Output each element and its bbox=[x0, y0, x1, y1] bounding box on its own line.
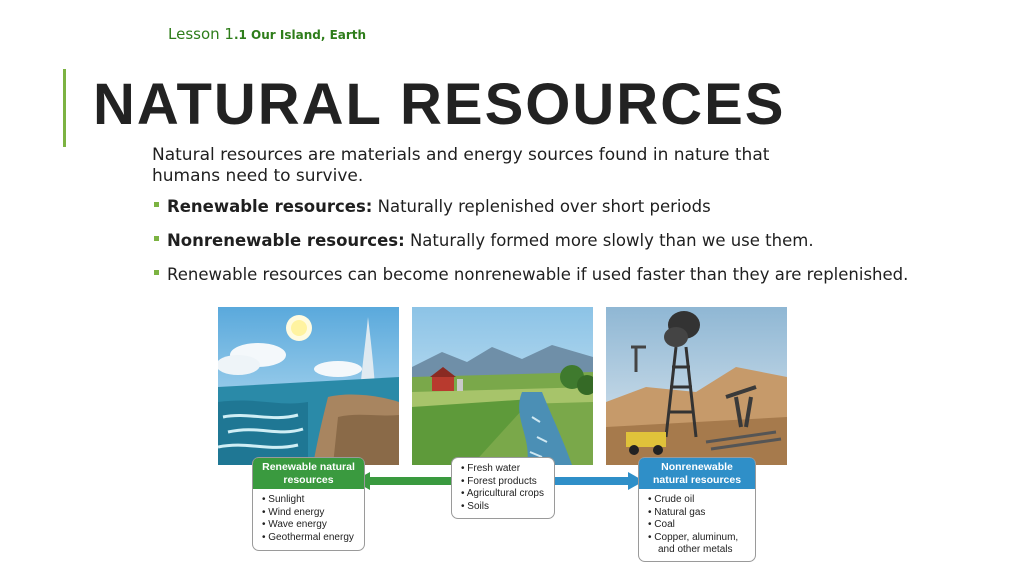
list-item: Agricultural crops bbox=[461, 488, 546, 501]
intro-paragraph: Natural resources are materials and ener… bbox=[152, 145, 770, 186]
list-item: Fresh water bbox=[461, 463, 546, 476]
nonrenewable-box: Nonrenewable natural resources Crude oil… bbox=[638, 457, 756, 562]
bullet-term: Renewable resources: bbox=[167, 197, 373, 216]
list-item: Geothermal energy bbox=[262, 532, 356, 545]
renewable-box: Renewable natural resources Sunlight Win… bbox=[252, 457, 365, 551]
nonrenewable-list: Crude oil Natural gas Coal Copper, alumi… bbox=[639, 489, 755, 562]
left-arrow-icon bbox=[354, 472, 454, 490]
list-item: Forest products bbox=[461, 476, 546, 489]
list-item: Sunlight bbox=[262, 494, 356, 507]
bullet-text: Naturally formed more slowly than we use… bbox=[404, 231, 814, 250]
list-item: Coal bbox=[648, 519, 747, 532]
lesson-name: Our Island, Earth bbox=[246, 28, 367, 42]
farm-river-image bbox=[412, 307, 593, 465]
nonrenewable-heading: Nonrenewable natural resources bbox=[639, 458, 755, 489]
coast-geyser-image bbox=[218, 307, 399, 465]
title-accent-bar bbox=[63, 69, 66, 147]
list-item: Soils bbox=[461, 501, 546, 514]
bullet-note: Renewable resources can become nonrenewa… bbox=[152, 265, 912, 285]
bullet-text: Naturally replenished over short periods bbox=[372, 197, 711, 216]
right-arrow-icon bbox=[552, 472, 644, 490]
bullet-marker bbox=[154, 202, 159, 207]
list-item: Wave energy bbox=[262, 519, 356, 532]
list-item: Copper, aluminum, bbox=[648, 532, 747, 545]
bullet-list: Renewable resources: Naturally replenish… bbox=[152, 197, 912, 299]
lesson-label: Lesson 1.1 Our Island, Earth bbox=[168, 25, 366, 43]
shared-resources-box: Fresh water Forest products Agricultural… bbox=[451, 457, 555, 519]
bullet-renewable: Renewable resources: Naturally replenish… bbox=[152, 197, 912, 217]
bullet-text: Renewable resources can become nonrenewa… bbox=[167, 265, 909, 284]
bullet-marker bbox=[154, 236, 159, 241]
lesson-number: .1 bbox=[233, 28, 247, 42]
bullet-marker bbox=[154, 270, 159, 275]
renewable-heading: Renewable natural resources bbox=[253, 458, 364, 489]
bullet-nonrenewable: Nonrenewable resources: Naturally formed… bbox=[152, 231, 912, 251]
shared-resources-list: Fresh water Forest products Agricultural… bbox=[452, 458, 554, 518]
list-item: Wind energy bbox=[262, 507, 356, 520]
oil-mining-image bbox=[606, 307, 787, 465]
bullet-term: Nonrenewable resources: bbox=[167, 231, 405, 250]
list-item: Crude oil bbox=[648, 494, 747, 507]
list-item: Natural gas bbox=[648, 507, 747, 520]
renewable-list: Sunlight Wind energy Wave energy Geother… bbox=[253, 489, 364, 549]
list-item: and other metals bbox=[658, 544, 733, 555]
lesson-prefix: Lesson 1 bbox=[168, 25, 234, 43]
page-title: NATURAL RESOURCES bbox=[93, 72, 786, 137]
